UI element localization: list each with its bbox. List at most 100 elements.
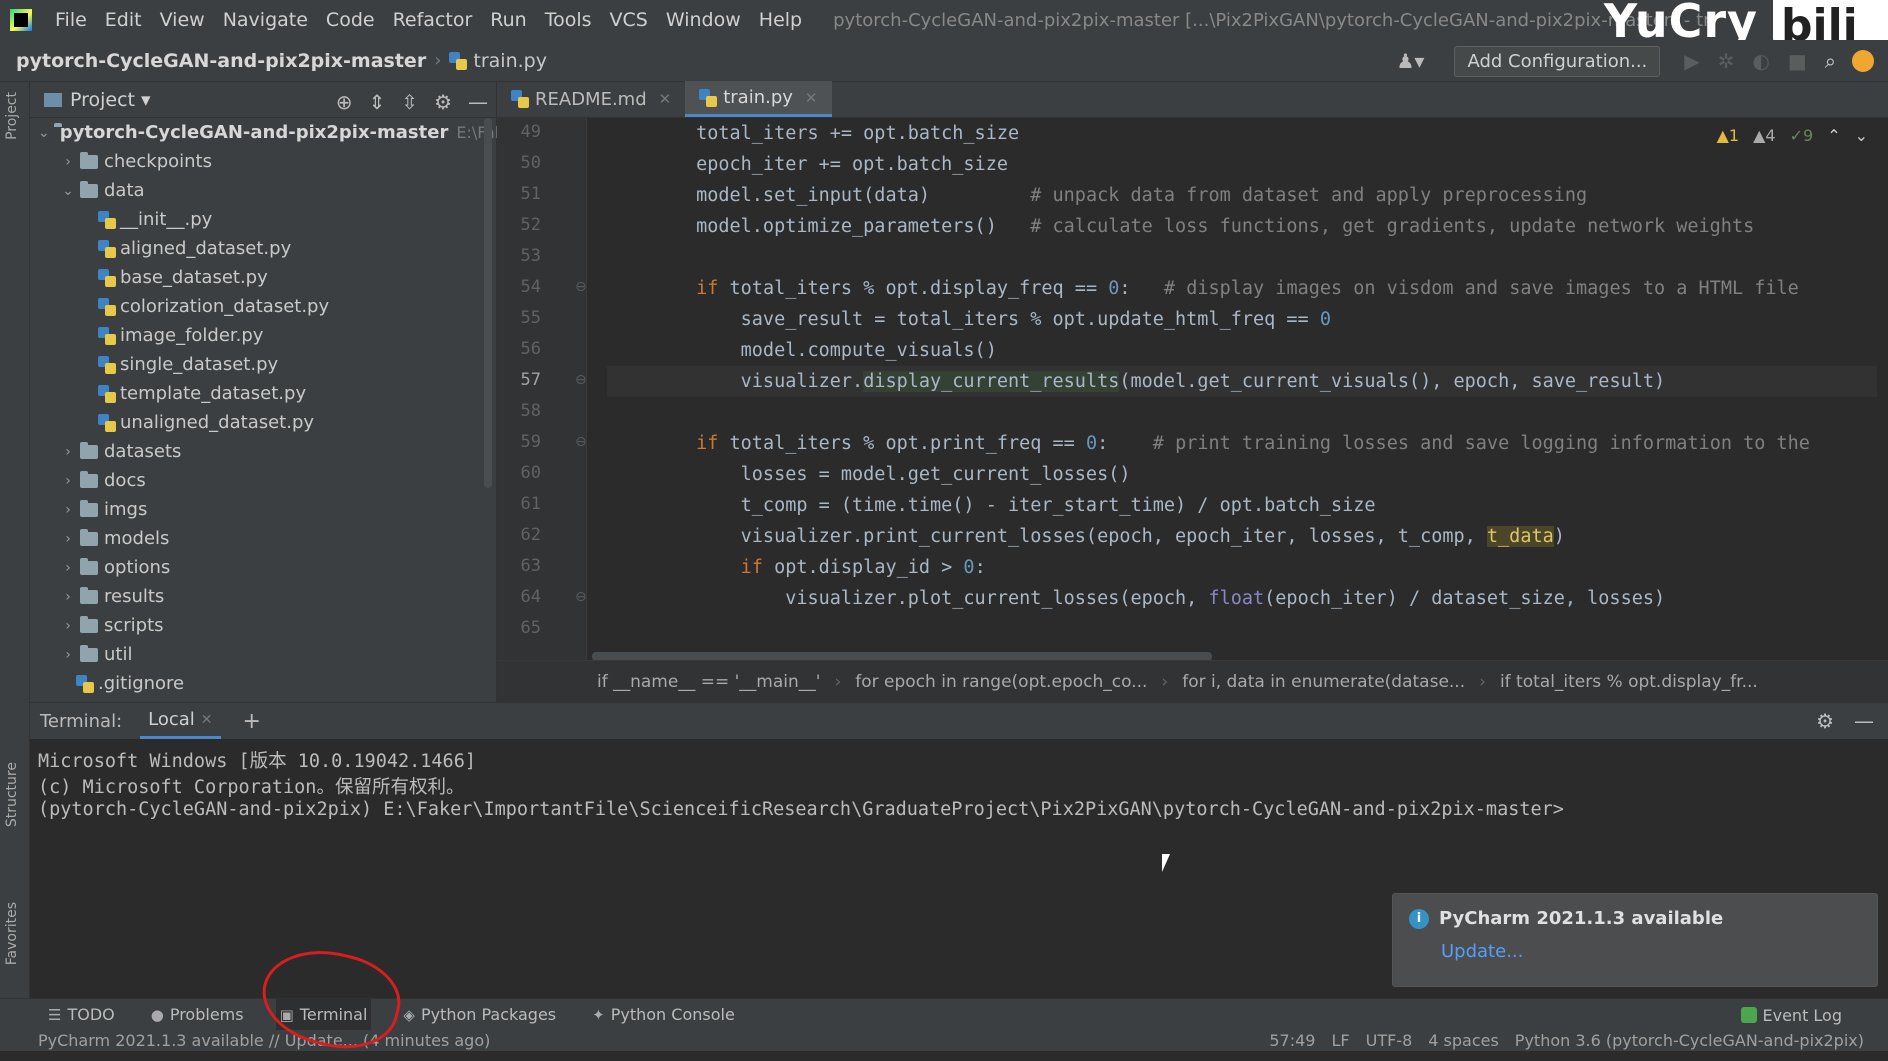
menu-code[interactable]: Code [317,9,384,31]
hide-icon[interactable]: — [1854,709,1874,733]
fold-icon[interactable]: ⊖ [575,434,587,450]
favorites-tool-button[interactable]: Favorites [4,902,20,965]
menu-navigate[interactable]: Navigate [214,9,317,31]
code-breadcrumb-item[interactable]: for i, data in enumerate(datase... [1182,672,1465,692]
tab-readme[interactable]: README.md ✕ [497,81,685,117]
status-message[interactable]: PyCharm 2021.1.3 available // Update... … [38,1031,490,1050]
tree-item[interactable]: __init__.py [30,205,496,234]
close-icon[interactable]: ✕ [659,90,672,108]
tree-item[interactable]: › datasets [30,437,496,466]
expand-arrow-icon[interactable]: ⌄ [38,125,50,141]
expand-arrow-icon[interactable]: › [60,560,76,576]
expand-arrow-icon[interactable]: › [60,647,76,663]
tool-python-packages[interactable]: ◈ Python Packages [399,999,560,1031]
code-breadcrumb-item[interactable]: if total_iters % opt.display_fr... [1500,672,1758,692]
project-view-selector[interactable]: Project ▾ [70,89,151,111]
tree-item[interactable]: › scripts [30,611,496,640]
tool-todo[interactable]: ☰ TODO [44,999,119,1031]
menu-run[interactable]: Run [481,9,535,31]
tab-train[interactable]: train.py ✕ [685,81,832,117]
locate-icon[interactable]: ⊕ [336,90,353,114]
tree-root[interactable]: ⌄ pytorch-CycleGAN-and-pix2pix-master E:… [30,118,504,147]
expand-arrow-icon[interactable]: › [60,618,76,634]
expand-arrow-icon[interactable]: › [60,473,76,489]
terminal-tab-local[interactable]: Local ✕ [140,703,221,739]
project-tool-button[interactable]: Project [4,92,20,140]
menu-help[interactable]: Help [750,9,811,31]
tree-item-label: datasets [104,441,182,462]
tool-terminal[interactable]: ▣ Terminal [275,998,372,1031]
expand-arrow-icon[interactable]: › [60,154,76,170]
gear-icon[interactable]: ⚙ [1816,709,1834,733]
file-encoding[interactable]: UTF-8 [1366,1031,1413,1050]
tree-item[interactable]: image_folder.py [30,321,496,350]
user-icon[interactable]: ♟▾ [1397,49,1425,73]
breadcrumb-project[interactable]: pytorch-CycleGAN-and-pix2pix-master [16,50,426,72]
expand-arrow-icon[interactable]: › [60,502,76,518]
expand-arrow-icon[interactable]: › [60,531,76,547]
tree-item[interactable]: aligned_dataset.py [30,234,496,263]
close-icon[interactable]: ✕ [201,712,213,728]
tree-item[interactable]: › options [30,553,496,582]
tree-item[interactable]: .gitignore [30,669,496,698]
fold-icon[interactable]: ⊖ [575,589,587,605]
tree-item[interactable]: ⌄ data [30,176,496,205]
menu-tools[interactable]: Tools [536,9,601,31]
close-icon[interactable]: ✕ [805,89,818,107]
line-number: 55 [520,308,541,328]
tree-item[interactable]: › results [30,582,496,611]
tool-python-console[interactable]: ✦ Python Console [588,999,739,1031]
hide-icon[interactable]: — [468,90,488,114]
expand-all-icon[interactable]: ⇕ [369,90,386,114]
expand-arrow-icon[interactable]: › [60,444,76,460]
caret-position[interactable]: 57:49 [1269,1031,1315,1050]
menu-vcs[interactable]: VCS [601,9,657,31]
tree-item[interactable]: › checkpoints [30,147,496,176]
menu-window[interactable]: Window [657,9,750,31]
tree-item[interactable]: › util [30,640,496,669]
python-interpreter[interactable]: Python 3.6 (pytorch-CycleGAN-and-pix2pix… [1515,1031,1864,1050]
tree-item[interactable]: › models [30,524,496,553]
fold-icon[interactable]: ⊖ [575,279,587,295]
new-terminal-icon[interactable]: + [243,709,261,734]
gear-icon[interactable]: ⚙ [434,90,452,114]
fold-icon[interactable]: ⊖ [575,372,587,388]
menu-view[interactable]: View [151,9,214,31]
run-icon[interactable]: ▶ [1684,49,1699,73]
breadcrumb-file[interactable]: train.py [449,50,547,72]
menu-refactor[interactable]: Refactor [384,9,482,31]
python-file-icon [98,326,116,345]
menu-edit[interactable]: Edit [96,9,151,31]
coverage-icon[interactable]: ◐ [1752,49,1769,73]
tree-item[interactable]: › imgs [30,495,496,524]
menu-file[interactable]: File [46,9,96,31]
update-link[interactable]: Update... [1441,941,1861,962]
project-vertical-scrollbar[interactable] [484,118,492,488]
terminal-icon: ▣ [279,1005,294,1024]
tree-item[interactable]: template_dataset.py [30,379,496,408]
tool-problems[interactable]: ● Problems [147,999,248,1031]
indent-setting[interactable]: 4 spaces [1428,1031,1499,1050]
terminal-prompt[interactable]: (pytorch-CycleGAN-and-pix2pix) E:\Faker\… [38,799,1564,820]
collapse-all-icon[interactable]: ⇳ [401,90,418,114]
code-breadcrumb-item[interactable]: for epoch in range(opt.epoch_co... [855,672,1147,692]
expand-arrow-icon[interactable]: ⌄ [60,183,76,199]
tree-item[interactable]: base_dataset.py [30,263,496,292]
debug-icon[interactable]: ✲ [1718,49,1735,73]
code-breadcrumb-item[interactable]: if __name__ == '__main__' [597,672,820,692]
tree-item[interactable]: single_dataset.py [30,350,496,379]
update-icon[interactable] [1852,50,1874,72]
event-log-button[interactable]: Event Log [1740,999,1842,1031]
tree-item[interactable]: › docs [30,466,496,495]
tree-item[interactable]: unaligned_dataset.py [30,408,496,437]
structure-tool-button[interactable]: Structure [4,762,20,827]
search-icon[interactable]: ⌕ [1825,49,1836,73]
add-configuration-button[interactable]: Add Configuration... [1454,45,1661,77]
line-separator[interactable]: LF [1331,1031,1349,1050]
stop-icon[interactable]: ■ [1788,49,1807,73]
code-area[interactable]: total_iters += opt.batch_size epoch_iter… [607,118,1877,660]
event-log-icon [1740,1007,1757,1023]
folder-icon [80,615,98,633]
tree-item[interactable]: colorization_dataset.py [30,292,496,321]
expand-arrow-icon[interactable]: › [60,589,76,605]
